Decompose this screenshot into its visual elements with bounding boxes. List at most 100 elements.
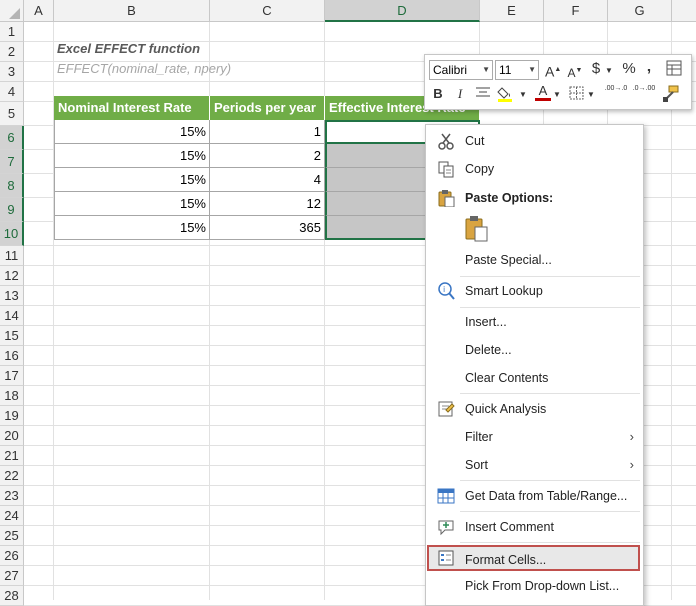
table-cell[interactable]: 15% — [54, 192, 210, 216]
chevron-down-icon: ▼ — [587, 90, 595, 99]
align-center-button[interactable] — [475, 86, 491, 105]
row-header[interactable]: 26 — [0, 546, 24, 566]
increase-font-size-button[interactable]: A▲ — [545, 61, 561, 81]
menu-item-sort[interactable]: Sort › — [427, 452, 640, 478]
menu-item-format-cells[interactable]: Format Cells... — [427, 545, 640, 571]
increase-decimal-button[interactable]: .00→.0 — [603, 85, 629, 93]
row-header[interactable]: 13 — [0, 286, 24, 306]
row-header[interactable]: 6 — [0, 126, 24, 150]
currency-button[interactable]: $ — [589, 60, 603, 78]
menu-item-label: Clear Contents — [465, 371, 549, 385]
currency-dropdown[interactable]: ▼ — [604, 62, 614, 80]
table-header-nominal-rate[interactable]: Nominal Interest Rate — [54, 96, 210, 120]
font-color-dropdown[interactable]: ▼ — [552, 86, 562, 104]
menu-item-copy[interactable]: Copy — [427, 156, 640, 182]
menu-item-filter[interactable]: Filter › — [427, 424, 640, 450]
paste-option-button[interactable] — [464, 215, 490, 243]
menu-item-quick-analysis[interactable]: Quick Analysis — [427, 396, 640, 422]
table-header-periods[interactable]: Periods per year — [210, 96, 325, 120]
row-header[interactable]: 5 — [0, 102, 24, 126]
bold-button[interactable]: B — [431, 85, 445, 103]
row-header[interactable]: 4 — [0, 82, 24, 102]
table-cell[interactable]: 15% — [54, 168, 210, 192]
row-header[interactable]: 21 — [0, 446, 24, 466]
fill-color-button[interactable] — [497, 84, 517, 107]
font-size-value: 11 — [499, 63, 512, 77]
row-header[interactable]: 7 — [0, 150, 24, 174]
row-header[interactable]: 17 — [0, 366, 24, 386]
align-center-icon — [476, 87, 490, 97]
decrease-font-size-button[interactable]: A▼ — [567, 62, 583, 82]
comma-style-button[interactable]: ‚ — [643, 58, 655, 76]
row-header[interactable]: 19 — [0, 406, 24, 426]
row-header[interactable]: 20 — [0, 426, 24, 446]
menu-item-insert[interactable]: Insert... — [427, 309, 640, 335]
row-header[interactable]: 8 — [0, 174, 24, 198]
column-header-e[interactable]: E — [480, 0, 544, 22]
font-color-icon: A — [538, 83, 548, 98]
column-header-f[interactable]: F — [544, 0, 608, 22]
format-painter-button[interactable] — [661, 85, 679, 108]
row-header[interactable]: 16 — [0, 346, 24, 366]
table-cell[interactable]: 15% — [54, 144, 210, 168]
row-header[interactable]: 27 — [0, 566, 24, 586]
table-cell[interactable]: 4 — [210, 168, 325, 192]
column-header-b[interactable]: B — [54, 0, 210, 22]
borders-dropdown[interactable]: ▼ — [586, 86, 596, 104]
column-header-d[interactable]: D — [325, 0, 480, 22]
table-cell[interactable]: 12 — [210, 192, 325, 216]
column-header-c[interactable]: C — [210, 0, 325, 22]
menu-item-pick-from-list[interactable]: Pick From Drop-down List... — [427, 573, 640, 599]
select-all-icon — [9, 8, 20, 19]
row-header[interactable]: 11 — [0, 246, 24, 266]
menu-separator — [460, 542, 640, 543]
row-header[interactable]: 24 — [0, 506, 24, 526]
borders-button[interactable] — [569, 86, 585, 105]
currency-icon: $ — [591, 60, 601, 77]
row-header[interactable]: 15 — [0, 326, 24, 346]
column-header-a[interactable]: A — [24, 0, 54, 22]
menu-item-get-data[interactable]: Get Data from Table/Range... — [427, 483, 640, 509]
row-header[interactable]: 28 — [0, 586, 24, 606]
row-header[interactable]: 12 — [0, 266, 24, 286]
chevron-down-icon: ▼ — [553, 90, 561, 99]
menu-item-label: Format Cells... — [465, 553, 547, 567]
menu-item-clear-contents[interactable]: Clear Contents — [427, 365, 640, 391]
menu-item-insert-comment[interactable]: Insert Comment — [427, 514, 640, 540]
row-header[interactable]: 3 — [0, 62, 24, 82]
row-header[interactable]: 9 — [0, 198, 24, 222]
row-header[interactable]: 18 — [0, 386, 24, 406]
row-header[interactable]: 10 — [0, 222, 24, 246]
table-cell[interactable]: 365 — [210, 216, 325, 240]
row-header[interactable]: 2 — [0, 42, 24, 62]
row-header[interactable]: 22 — [0, 466, 24, 486]
menu-item-paste-options: Paste Options: — [427, 185, 640, 211]
font-color-button[interactable]: A — [535, 83, 551, 101]
table-cell[interactable]: 1 — [210, 120, 325, 144]
menu-item-smart-lookup[interactable]: i Smart Lookup — [427, 278, 640, 304]
percent-style-button[interactable]: % — [621, 60, 637, 78]
table-cell[interactable]: 2 — [210, 144, 325, 168]
row-header[interactable]: 23 — [0, 486, 24, 506]
font-size-combo[interactable]: 11 ▼ — [495, 60, 539, 80]
select-all-corner[interactable] — [0, 0, 24, 22]
table-cell[interactable]: 15% — [54, 120, 210, 144]
menu-item-delete[interactable]: Delete... — [427, 337, 640, 363]
decrease-decimal-button[interactable]: .0→.00 — [631, 85, 657, 93]
row-header[interactable]: 14 — [0, 306, 24, 326]
row-header[interactable]: 25 — [0, 526, 24, 546]
font-name-combo[interactable]: Calibri ▼ — [429, 60, 493, 80]
format-painter-table-button[interactable] — [665, 60, 683, 81]
table-cell[interactable]: 15% — [54, 216, 210, 240]
column-header-g[interactable]: G — [608, 0, 672, 22]
fill-color-dropdown[interactable]: ▼ — [518, 86, 528, 104]
italic-button[interactable]: I — [453, 85, 467, 103]
menu-item-paste-special[interactable]: Paste Special... — [427, 247, 640, 273]
menu-item-label: Filter — [465, 430, 493, 444]
row-header[interactable]: 1 — [0, 22, 24, 42]
menu-item-label: Paste Special... — [465, 253, 552, 267]
menu-item-label: Quick Analysis — [465, 402, 547, 416]
chevron-down-icon: ▼ — [605, 66, 613, 75]
menu-item-label: Get Data from Table/Range... — [465, 489, 628, 503]
menu-item-cut[interactable]: Cut — [427, 128, 640, 154]
